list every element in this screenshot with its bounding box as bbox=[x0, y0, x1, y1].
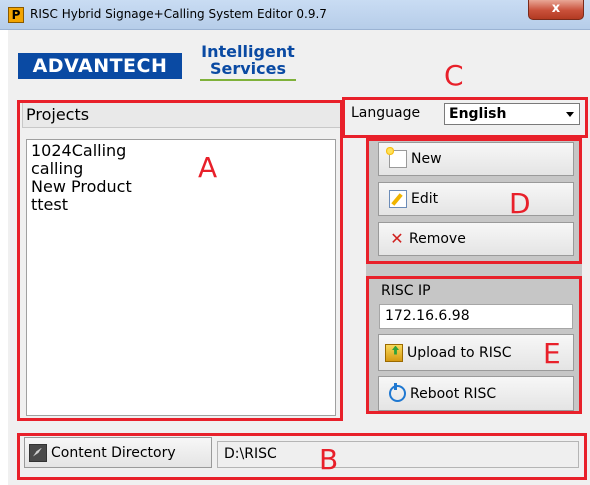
app-icon: P bbox=[8, 7, 24, 23]
annotation-box-b bbox=[17, 433, 587, 480]
logo-underline bbox=[200, 79, 296, 81]
annotation-letter-d: D bbox=[509, 187, 531, 220]
close-button[interactable]: x bbox=[528, 0, 584, 20]
logo-line-1: Intelligent bbox=[201, 42, 295, 61]
annotation-letter-c: C bbox=[444, 59, 464, 92]
annotation-box-a bbox=[17, 100, 343, 421]
annotation-letter-e: E bbox=[543, 337, 561, 370]
annotation-box-c bbox=[342, 97, 588, 138]
window-title: RISC Hybrid Signage+Calling System Edito… bbox=[30, 7, 327, 21]
annotation-letter-a: A bbox=[198, 151, 218, 184]
advantech-logo: ADVANTECH bbox=[18, 53, 182, 79]
logo-line-2: Services bbox=[209, 59, 287, 78]
intelligent-services-logo: Intelligent Services bbox=[200, 43, 296, 77]
annotation-box-d bbox=[366, 138, 582, 264]
annotation-letter-b: B bbox=[319, 443, 339, 476]
